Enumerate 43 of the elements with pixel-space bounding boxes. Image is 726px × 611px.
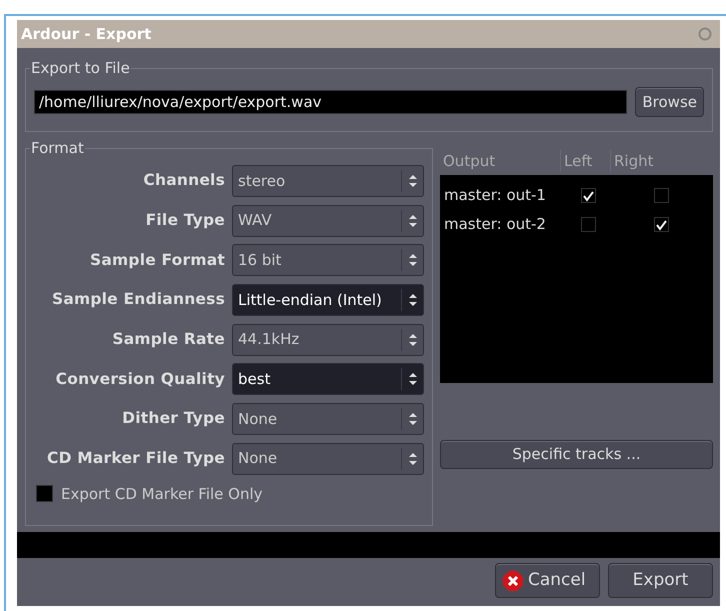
field-label: Sample Format (89, 250, 225, 271)
updown-arrow-icon (408, 174, 418, 188)
checkbox[interactable] (581, 217, 596, 232)
checkbox[interactable] (36, 485, 53, 502)
updown-arrow-icon (408, 452, 418, 466)
column-header: Left (560, 150, 610, 172)
field-label: Sample Endianness (50, 289, 225, 310)
dropdown[interactable]: Little-endian (Intel) (232, 284, 424, 316)
output-name: master: out-1 (444, 185, 547, 206)
dropdown[interactable]: stereo (232, 164, 424, 197)
field-label: Conversion Quality (54, 368, 225, 390)
updown-arrow-icon (408, 372, 418, 386)
cancel-button[interactable]: Cancel (495, 563, 600, 598)
field-label: Dither Type (121, 408, 225, 430)
field-label: File Type (144, 210, 225, 231)
field-label: Sample Rate (111, 328, 225, 350)
field-label: Channels (142, 170, 225, 192)
dropdown[interactable]: 44.1kHz (232, 324, 424, 356)
window-button-icon[interactable] (698, 27, 712, 41)
updown-arrow-icon (408, 332, 418, 347)
updown-arrow-icon (408, 253, 418, 268)
dropdown[interactable]: None (232, 402, 424, 435)
checkbox[interactable] (581, 188, 596, 203)
field-label: CD Marker File Type (46, 448, 225, 470)
column-header: Output (442, 150, 496, 172)
dropdown[interactable]: None (232, 442, 424, 475)
updown-arrow-icon (408, 214, 418, 228)
column-header: Right (610, 150, 713, 172)
updown-arrow-icon (408, 292, 418, 307)
dropdown[interactable]: best (232, 363, 424, 396)
browse-button[interactable]: Browse (635, 87, 704, 117)
dropdown[interactable]: 16 bit (232, 244, 424, 276)
path-field[interactable]: /home/lliurex/nova/export/export.wav (34, 90, 628, 114)
specific-tracks-button[interactable]: Specific tracks ... (440, 440, 713, 469)
updown-arrow-icon (408, 412, 418, 426)
window-title: Ardour - Export (21, 24, 152, 45)
checkbox-label: Export CD Marker File Only (61, 484, 263, 504)
output-name: master: out-2 (444, 214, 547, 236)
cancel-icon (502, 570, 524, 592)
export-button[interactable]: Export (608, 563, 713, 598)
dropdown[interactable]: WAV (232, 204, 424, 237)
checkbox[interactable] (654, 188, 669, 203)
checkbox[interactable] (654, 217, 669, 232)
